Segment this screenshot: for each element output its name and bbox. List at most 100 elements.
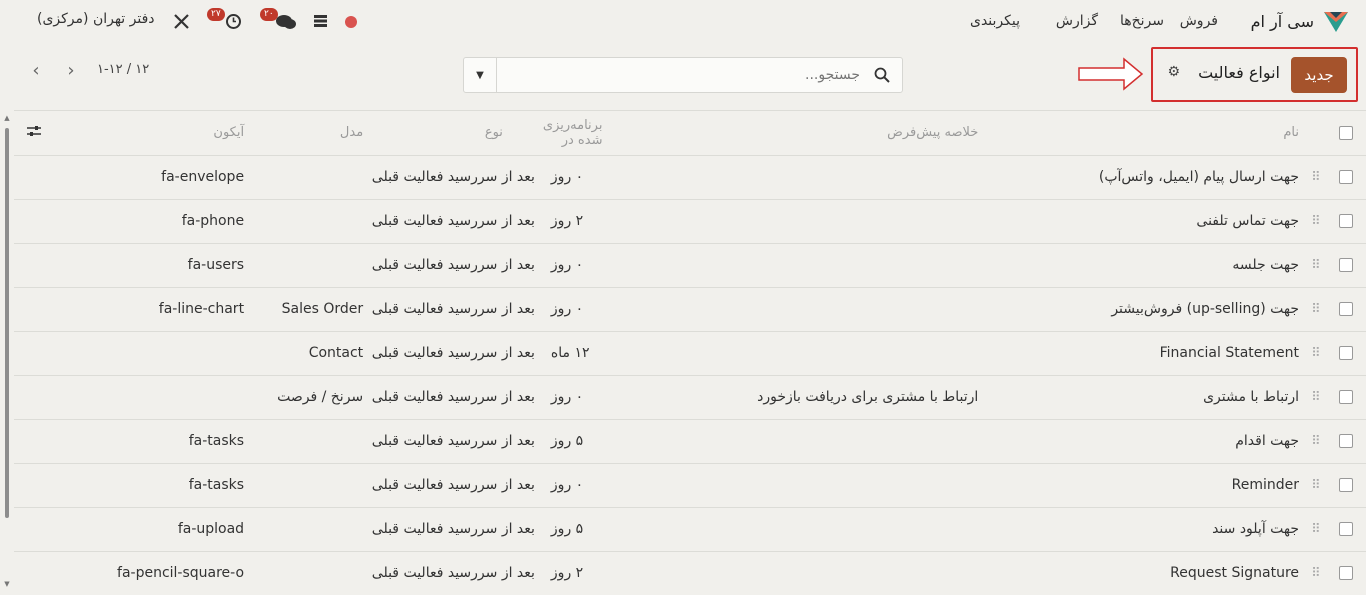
cell-delay[interactable]: ۲ روز [542,199,603,244]
cell-type[interactable]: بعد از سررسید فعالیت قبلی [363,463,543,508]
cell-type[interactable]: بعد از سررسید فعالیت قبلی [363,155,543,200]
cell-icon[interactable] [117,331,245,376]
menu-report[interactable]: گزارش [1056,13,1098,29]
cell-name[interactable]: جهت تماس تلفنی [978,199,1306,244]
header-model[interactable]: مدل [244,111,364,156]
cell-summary[interactable] [602,155,979,200]
row-checkbox[interactable] [1326,419,1366,464]
app-logo-icon[interactable] [1322,10,1350,34]
cell-name[interactable]: جهت جلسه [978,243,1306,288]
table-row[interactable]: ⠿ جهت جلسه ۰ روز بعد از سررسید فعالیت قبلی f… [14,243,1366,288]
cell-delay[interactable]: ۱۲ ماه [542,331,603,376]
row-checkbox[interactable] [1326,287,1366,332]
cell-delay[interactable]: ۰ روز [542,375,603,420]
row-checkbox[interactable] [1326,551,1366,595]
menu-sales[interactable]: فروش [1180,13,1218,29]
cell-icon[interactable]: fa-tasks [117,419,245,464]
menu-configuration[interactable]: پیکربندی [970,13,1020,29]
header-scheduled[interactable]: برنامه‌ریزی شده در [543,111,603,156]
search-input[interactable] [498,58,868,92]
scroll-thumb[interactable] [5,128,9,518]
cell-icon[interactable]: fa-phone [117,199,245,244]
row-checkbox[interactable] [1326,155,1366,200]
cell-delay[interactable]: ۰ روز [542,243,603,288]
scroll-down-icon[interactable]: ▼ [3,580,11,588]
row-checkbox[interactable] [1326,463,1366,508]
cell-delay[interactable]: ۰ روز [542,287,603,332]
row-checkbox[interactable] [1326,199,1366,244]
scroll-up-icon[interactable]: ▲ [3,114,11,122]
table-row[interactable]: ⠿ ارتباط با مشتری ارتباط با مشتری برای دری… [14,375,1366,420]
cell-name[interactable]: Reminder [978,463,1306,508]
cell-model[interactable] [244,463,364,508]
cell-type[interactable]: بعد از سررسید فعالیت قبلی [363,243,543,288]
table-row[interactable]: ⠿ Reminder ۰ روز بعد از سررسید فعالیت قبلی f… [14,463,1366,508]
select-all-checkbox[interactable] [1326,111,1366,156]
pager-prev-button[interactable]: ‹ [20,56,52,84]
drag-handle-icon[interactable]: ⠿ [1305,551,1327,595]
table-row[interactable]: ⠿ جهت تماس تلفنی ۲ روز بعد از سررسید فعالیت… [14,199,1366,244]
table-row[interactable]: ⠿ Request Signature ۲ روز بعد از سررسید فعا… [14,551,1366,595]
tools-icon[interactable] [173,13,190,30]
row-checkbox[interactable] [1326,331,1366,376]
cell-delay[interactable]: ۲ روز [542,551,603,595]
drag-handle-icon[interactable]: ⠿ [1305,243,1327,288]
cell-model[interactable] [244,419,364,464]
cell-icon[interactable] [117,375,245,420]
pager-next-button[interactable]: › [55,56,87,84]
search-options-toggle[interactable]: ▼ [464,58,497,92]
cell-summary[interactable]: ارتباط با مشتری برای دریافت بازخورد [602,375,979,420]
cell-type[interactable]: بعد از سررسید فعالیت قبلی [363,375,543,420]
cell-summary[interactable] [602,287,979,332]
cell-name[interactable]: ارتباط با مشتری [978,375,1306,420]
cell-model[interactable] [244,155,364,200]
cell-model[interactable]: Contact [244,331,364,376]
cell-summary[interactable] [602,463,979,508]
cell-model[interactable] [244,199,364,244]
cell-delay[interactable]: ۵ روز [542,507,603,552]
cell-type[interactable]: بعد از سررسید فعالیت قبلی [363,551,543,595]
drag-handle-icon[interactable]: ⠿ [1305,507,1327,552]
cell-summary[interactable] [602,419,979,464]
cell-name[interactable]: جهت اقدام [978,419,1306,464]
cell-type[interactable]: بعد از سررسید فعالیت قبلی [363,419,543,464]
header-summary[interactable]: خلاصه پیش‌فرض [602,111,979,156]
messages-icon[interactable] [275,13,297,31]
drag-handle-icon[interactable]: ⠿ [1305,287,1327,332]
table-row[interactable]: ⠿ جهت اقدام ۵ روز بعد از سررسید فعالیت قبلی… [14,419,1366,464]
drag-handle-icon[interactable]: ⠿ [1305,463,1327,508]
cell-model[interactable] [244,551,364,595]
cell-delay[interactable]: ۰ روز [542,463,603,508]
cell-type[interactable]: بعد از سررسید فعالیت قبلی [363,507,543,552]
activity-clock-icon[interactable] [225,13,242,30]
search-icon[interactable] [874,67,890,83]
cell-type[interactable]: بعد از سررسید فعالیت قبلی [363,287,543,332]
cell-icon[interactable]: fa-pencil-square-o [117,551,245,595]
header-name[interactable]: نام [978,111,1306,156]
cell-name[interactable]: Financial Statement [978,331,1306,376]
cell-name[interactable]: جهت آپلود سند [978,507,1306,552]
vertical-scrollbar[interactable]: ▲ ▼ [3,114,11,595]
app-name[interactable]: سی آر ام [1251,12,1314,31]
header-type[interactable]: نوع [363,111,543,156]
drag-handle-icon[interactable]: ⠿ [1305,331,1327,376]
cell-model[interactable] [244,507,364,552]
cell-type[interactable]: بعد از سررسید فعالیت قبلی [363,199,543,244]
database-icon[interactable] [313,14,328,28]
cell-name[interactable]: جهت (up-selling) فروش‌بیشتر [978,287,1306,332]
cell-model[interactable] [244,243,364,288]
drag-handle-icon[interactable]: ⠿ [1305,375,1327,420]
pager-value[interactable]: ۱-۱۲ / ۱۲ [97,62,149,77]
cell-icon[interactable]: fa-users [117,243,245,288]
cell-model[interactable]: Sales Order [244,287,364,332]
cell-summary[interactable] [602,243,979,288]
cell-summary[interactable] [602,331,979,376]
drag-handle-icon[interactable]: ⠿ [1305,155,1327,200]
header-icon[interactable]: آیکون [117,111,245,156]
row-checkbox[interactable] [1326,243,1366,288]
drag-handle-icon[interactable]: ⠿ [1305,419,1327,464]
company-switcher[interactable]: دفتر تهران (مرکزی) [37,11,155,27]
table-row[interactable]: ⠿ جهت (up-selling) فروش‌بیشتر ۰ روز بعد از … [14,287,1366,332]
cell-summary[interactable] [602,551,979,595]
cell-name[interactable]: جهت ارسال پیام (ایمیل، واتس‌آپ) [978,155,1306,200]
